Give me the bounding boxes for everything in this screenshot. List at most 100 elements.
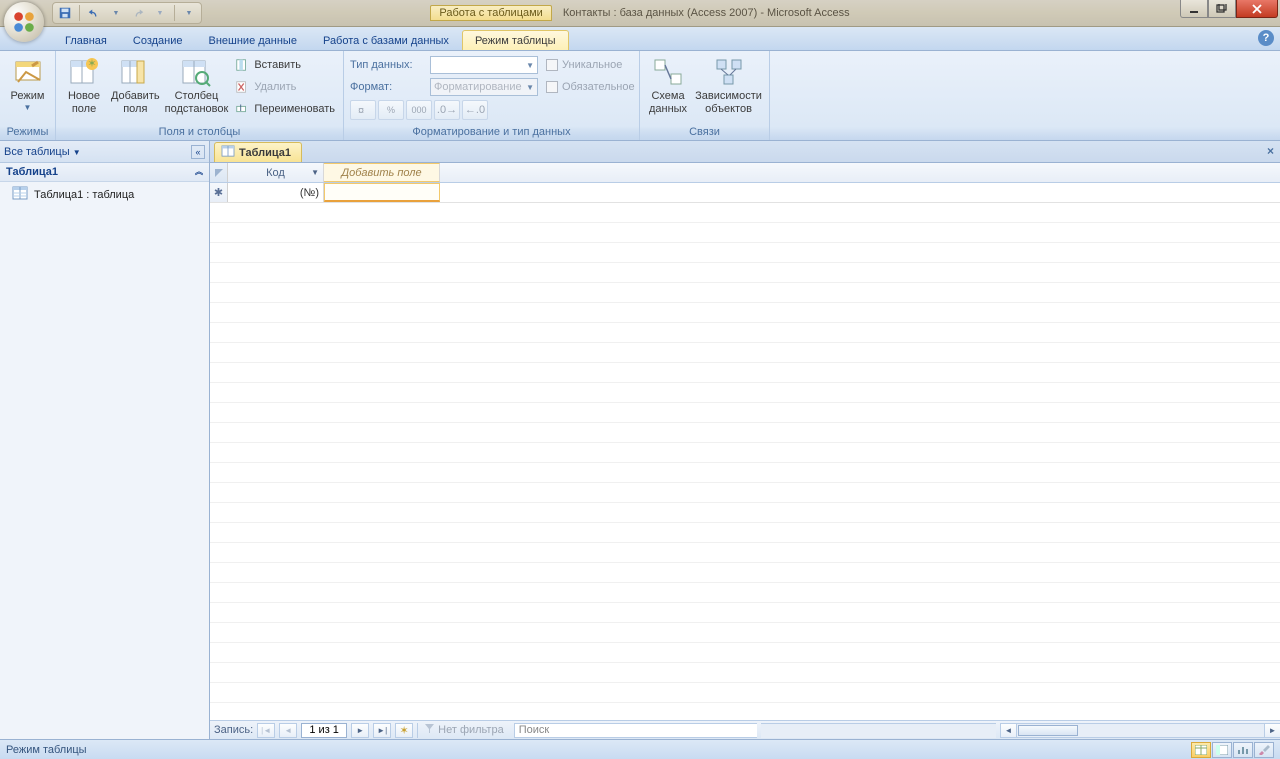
maximize-button[interactable] bbox=[1208, 0, 1236, 18]
chevron-down-icon: ▼ bbox=[24, 103, 32, 112]
design-icon bbox=[1258, 745, 1270, 755]
datasheet-view-shortcut[interactable] bbox=[1191, 742, 1211, 758]
new-field-label: Новое поле bbox=[68, 90, 100, 115]
ribbon: Режим ▼ Режимы ✶ Новое поле Добавить пол… bbox=[0, 51, 1280, 141]
group-format-label: Форматирование и тип данных bbox=[344, 125, 639, 140]
new-record-icon: ✶ bbox=[400, 724, 409, 737]
datasheet-area: Таблица1 × Код▼ Добавить поле ✱ (№) Запи… bbox=[210, 141, 1280, 739]
undo-icon[interactable] bbox=[86, 5, 102, 21]
format-label: Формат: bbox=[350, 81, 426, 93]
datatype-combo[interactable]: ▼ bbox=[430, 56, 538, 74]
quick-access-toolbar: ▼ ▼ ▼ bbox=[52, 2, 202, 24]
save-icon[interactable] bbox=[57, 5, 73, 21]
minimize-button[interactable] bbox=[1180, 0, 1208, 18]
status-mode-label: Режим таблицы bbox=[6, 744, 87, 756]
first-record-button[interactable]: |◄ bbox=[257, 723, 275, 738]
object-deps-button[interactable]: Зависимости объектов bbox=[694, 54, 763, 117]
cell-active[interactable] bbox=[324, 183, 440, 202]
recnav-label: Запись: bbox=[214, 724, 253, 736]
collapse-nav-button[interactable]: « bbox=[191, 145, 205, 159]
svg-text:¤: ¤ bbox=[358, 105, 364, 116]
new-record-icon: ✱ bbox=[214, 186, 223, 199]
undo-dropdown-icon[interactable]: ▼ bbox=[108, 5, 124, 21]
rename-icon: I bbox=[234, 101, 250, 117]
help-button[interactable]: ? bbox=[1258, 30, 1274, 46]
close-tab-button[interactable]: × bbox=[1267, 144, 1274, 158]
scroll-right-button[interactable]: ► bbox=[1264, 724, 1280, 737]
new-field-button[interactable]: ✶ Новое поле bbox=[62, 54, 106, 117]
horizontal-scrollbar[interactable]: ◄ ► bbox=[1000, 723, 1280, 738]
currency-icon: ¤ bbox=[357, 104, 369, 116]
inc-decimals-icon: .0→ bbox=[437, 104, 457, 116]
relationships-button[interactable]: Схема данных bbox=[646, 54, 690, 117]
record-position-input[interactable] bbox=[301, 723, 347, 738]
delete-button: Удалить bbox=[232, 76, 337, 98]
dec-decimals-button: ←.0 bbox=[462, 100, 488, 120]
group-fields-label: Поля и столбцы bbox=[56, 125, 343, 140]
delete-icon bbox=[234, 79, 250, 95]
group-views-label: Режимы bbox=[0, 125, 55, 140]
datasheet-grid[interactable]: Код▼ Добавить поле ✱ (№) bbox=[210, 163, 1280, 720]
tab-external-data[interactable]: Внешние данные bbox=[196, 30, 310, 50]
group-relations-label: Связи bbox=[640, 125, 769, 140]
tab-create[interactable]: Создание bbox=[120, 30, 196, 50]
last-record-button[interactable]: ►| bbox=[373, 723, 391, 738]
search-input[interactable] bbox=[514, 723, 758, 738]
nav-pane-header[interactable]: Все таблицы ▼ « bbox=[0, 141, 209, 163]
ribbon-tabs: Главная Создание Внешние данные Работа с… bbox=[0, 27, 1280, 51]
filter-indicator[interactable]: Нет фильтра bbox=[417, 723, 510, 738]
grid-new-row[interactable]: ✱ (№) bbox=[210, 183, 1280, 203]
pivottable-view-shortcut[interactable] bbox=[1212, 742, 1232, 758]
pivotchart-icon bbox=[1237, 745, 1249, 755]
select-all-cell[interactable] bbox=[210, 163, 228, 182]
add-fields-label: Добавить поля bbox=[111, 90, 160, 115]
lookup-column-button[interactable]: Столбец подстановок bbox=[165, 54, 229, 117]
view-label: Режим bbox=[11, 90, 45, 103]
object-deps-label: Зависимости объектов bbox=[695, 90, 762, 115]
view-shortcuts bbox=[1191, 742, 1274, 758]
column-header-id[interactable]: Код▼ bbox=[228, 163, 324, 182]
tab-database-tools[interactable]: Работа с базами данных bbox=[310, 30, 462, 50]
design-view-shortcut[interactable] bbox=[1254, 742, 1274, 758]
document-tab[interactable]: Таблица1 bbox=[214, 142, 302, 162]
qat-customize-icon[interactable]: ▼ bbox=[181, 5, 197, 21]
nav-item-label: Таблица1 : таблица bbox=[34, 189, 134, 201]
rename-button[interactable]: IПереименовать bbox=[232, 98, 337, 120]
nav-group-header[interactable]: Таблица1 ︽ bbox=[0, 163, 209, 182]
scroll-left-button[interactable]: ◄ bbox=[1001, 724, 1017, 737]
unique-checkbox: Уникальное bbox=[546, 54, 635, 76]
scroll-thumb[interactable] bbox=[1018, 725, 1078, 736]
filter-icon bbox=[424, 723, 435, 737]
add-fields-button[interactable]: Добавить поля bbox=[110, 54, 161, 117]
redo-dropdown-icon[interactable]: ▼ bbox=[152, 5, 168, 21]
currency-button: ¤ bbox=[350, 100, 376, 120]
close-button[interactable] bbox=[1236, 0, 1278, 18]
tab-home[interactable]: Главная bbox=[52, 30, 120, 50]
content-area: Все таблицы ▼ « Таблица1 ︽ Таблица1 : та… bbox=[0, 141, 1280, 739]
record-navigator: Запись: |◄ ◄ ► ►| ✶ Нет фильтра ◄ ► bbox=[210, 720, 1280, 739]
office-logo-icon bbox=[11, 9, 37, 35]
redo-icon[interactable] bbox=[130, 5, 146, 21]
new-record-button[interactable]: ✶ bbox=[395, 723, 413, 738]
row-selector[interactable]: ✱ bbox=[210, 183, 228, 202]
nav-item-table[interactable]: Таблица1 : таблица bbox=[0, 182, 209, 207]
insert-button[interactable]: Вставить bbox=[232, 54, 337, 76]
datatype-label: Тип данных: bbox=[350, 59, 426, 71]
view-button[interactable]: Режим ▼ bbox=[6, 54, 50, 114]
grid-header-row: Код▼ Добавить поле bbox=[210, 163, 1280, 183]
lookup-column-label: Столбец подстановок bbox=[165, 90, 229, 115]
prev-record-button[interactable]: ◄ bbox=[279, 723, 297, 738]
cell-id[interactable]: (№) bbox=[228, 183, 324, 202]
chevron-up-icon: ︽ bbox=[195, 166, 203, 178]
dec-decimals-icon: ←.0 bbox=[465, 104, 485, 116]
office-button[interactable] bbox=[4, 2, 44, 42]
pivotchart-view-shortcut[interactable] bbox=[1233, 742, 1253, 758]
select-all-icon bbox=[214, 168, 224, 178]
svg-text:✶: ✶ bbox=[87, 58, 96, 70]
object-deps-icon bbox=[713, 56, 745, 88]
required-checkbox: Обязательное bbox=[546, 76, 635, 98]
datasheet-view-icon bbox=[12, 56, 44, 88]
tab-datasheet[interactable]: Режим таблицы bbox=[462, 30, 569, 50]
next-record-button[interactable]: ► bbox=[351, 723, 369, 738]
column-header-add-field[interactable]: Добавить поле bbox=[324, 163, 440, 182]
